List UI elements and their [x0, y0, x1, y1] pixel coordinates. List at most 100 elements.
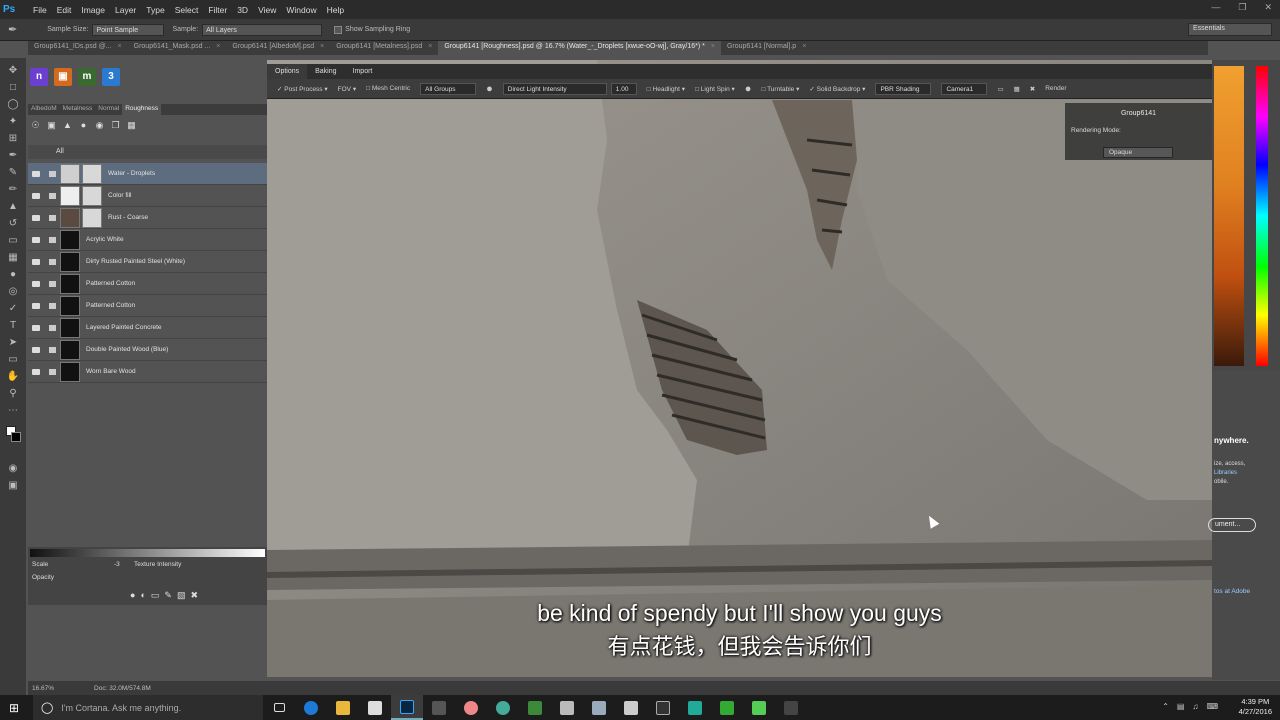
photoshop-taskbar-icon[interactable] — [391, 695, 423, 720]
menu-view[interactable]: View — [258, 5, 276, 15]
layer-row[interactable]: Patterned Cotton — [28, 273, 267, 295]
new-group-icon[interactable]: ▣ — [46, 120, 57, 131]
edge-icon[interactable] — [295, 695, 327, 720]
crop-tool-icon[interactable]: ⊞ — [6, 132, 20, 146]
groups-select[interactable]: All Groups — [420, 82, 477, 95]
tab-albedo[interactable]: AlbedoM — [28, 104, 60, 115]
ndo-icon[interactable]: n — [30, 68, 48, 86]
path-select-icon[interactable]: ➤ — [6, 336, 20, 350]
history-brush-icon[interactable]: ↺ — [6, 217, 20, 231]
move-tool-icon[interactable]: ✥ — [6, 64, 20, 78]
menu-select[interactable]: Select — [175, 5, 199, 15]
epic-icon[interactable] — [647, 695, 679, 720]
visibility-eye-icon[interactable] — [32, 192, 40, 199]
visibility-eye-icon[interactable] — [32, 324, 40, 331]
chevron-up-icon[interactable]: ⌃ — [1162, 702, 1169, 711]
gradient-slider[interactable] — [30, 549, 265, 557]
visibility-eye-icon[interactable] — [32, 170, 40, 177]
add-smart-material-icon[interactable]: ● — [78, 120, 89, 131]
duplicate-icon[interactable]: ❐ — [110, 120, 121, 131]
eyedropper-tool-icon[interactable]: ✒ — [6, 149, 20, 163]
lasso-tool-icon[interactable]: ◯ — [6, 98, 20, 112]
menu-window[interactable]: Window — [286, 5, 316, 15]
tab-baking[interactable]: Baking — [307, 68, 344, 75]
menu-filter[interactable]: Filter — [208, 5, 227, 15]
add-material-icon[interactable]: ▲ — [62, 120, 73, 131]
layer-row[interactable]: Worn Bare Wood — [28, 361, 267, 383]
chrome-icon[interactable] — [487, 695, 519, 720]
menu-layer[interactable]: Layer — [115, 5, 136, 15]
layer-row[interactable]: Dirty Rusted Painted Steel (White) — [28, 251, 267, 273]
file-explorer-icon[interactable] — [327, 695, 359, 720]
photos-icon[interactable] — [615, 695, 647, 720]
create-document-button[interactable]: ument... — [1208, 518, 1256, 532]
adobe-link[interactable]: tos at Adobe — [1214, 588, 1250, 595]
visibility-eye-icon[interactable] — [32, 346, 40, 353]
fov-dropdown[interactable]: FOV ▾ — [338, 85, 356, 93]
layer-row[interactable]: Rust - Coarse — [28, 207, 267, 229]
network-icon[interactable]: ▤ — [1177, 702, 1185, 711]
app-icon-6[interactable] — [679, 695, 711, 720]
environment-sphere-icon[interactable]: ● — [486, 83, 493, 95]
doc-tab-normal[interactable]: Group6141 [Normal].p × — [721, 41, 812, 55]
ddo-icon[interactable]: ▣ — [54, 68, 72, 86]
close-icon[interactable]: ✕ — [1264, 2, 1272, 13]
material-sphere-icon[interactable]: ● — [745, 83, 752, 95]
layer-row[interactable]: Acrylic White — [28, 229, 267, 251]
marquee-tool-icon[interactable]: □ — [6, 81, 20, 95]
quick-select-tool-icon[interactable]: ✦ — [6, 115, 20, 129]
shading-select[interactable]: PBR Shading — [875, 82, 932, 95]
doc-tab-ids[interactable]: Group6141_IDs.psd @... × — [28, 41, 128, 55]
workspace-select[interactable]: Essentials — [1188, 23, 1272, 36]
mesh-centric-checkbox[interactable]: □ Mesh Centric — [366, 85, 410, 92]
brush-tool-icon[interactable]: ✏ — [6, 183, 20, 197]
tab-roughness[interactable]: Roughness — [122, 104, 162, 115]
page-icon[interactable]: ▭ — [151, 590, 160, 601]
menu-help[interactable]: Help — [327, 5, 344, 15]
lock-icon[interactable]: ☉ — [30, 120, 41, 131]
cortana-search-box[interactable]: ◯ I'm Cortana. Ask me anything. — [33, 695, 263, 720]
camera-select[interactable]: Camera1 — [941, 82, 988, 95]
zoom-level[interactable]: 16.67% — [32, 685, 54, 692]
app-icon-5[interactable] — [583, 695, 615, 720]
doc-tab-mask[interactable]: Group6141_Mask.psd ... × — [128, 41, 227, 55]
keyboard-icon[interactable]: ⌨ — [1206, 702, 1218, 711]
app-icon-1[interactable] — [423, 695, 455, 720]
all-filter-row[interactable]: All — [28, 145, 267, 159]
close-icon[interactable]: × — [802, 43, 806, 53]
screen-mode-icon[interactable]: ▣ — [6, 479, 20, 493]
render-button[interactable]: Render — [1045, 85, 1066, 92]
sample-size-select[interactable]: Point Sample — [92, 23, 165, 36]
app-icon-4[interactable] — [551, 695, 583, 720]
folder-icon[interactable]: ▧ — [177, 590, 186, 601]
pen-tool-icon[interactable]: ✓ — [6, 302, 20, 316]
sample-select[interactable]: All Layers — [202, 23, 323, 36]
post-process-checkbox[interactable]: ✓ Post Process ▾ — [277, 85, 328, 93]
visibility-eye-icon[interactable] — [32, 236, 40, 243]
shape-tool-icon[interactable]: ▭ — [6, 353, 20, 367]
close-icon[interactable]: × — [711, 43, 715, 53]
sphere-icon[interactable]: ◐ — [140, 590, 145, 601]
layer-row[interactable]: Patterned Cotton — [28, 295, 267, 317]
windows-start-icon[interactable]: ⊞ — [9, 702, 21, 714]
visibility-eye-icon[interactable] — [32, 368, 40, 375]
gradient-tool-icon[interactable]: ▦ — [6, 251, 20, 265]
more-tools-icon[interactable]: ⋯ — [6, 404, 20, 418]
store-icon[interactable] — [359, 695, 391, 720]
app-icon-8[interactable] — [743, 695, 775, 720]
viewer-page-icon[interactable]: ▭ — [997, 85, 1003, 93]
close-icon[interactable]: × — [216, 43, 220, 53]
brush-icon[interactable]: ✎ — [164, 590, 172, 601]
layer-row[interactable]: Color fill — [28, 185, 267, 207]
menu-3d[interactable]: 3D — [237, 5, 248, 15]
color-picker-field[interactable] — [1214, 66, 1244, 366]
app-icon-2[interactable] — [455, 695, 487, 720]
zoom-tool-icon[interactable]: ⚲ — [6, 387, 20, 401]
doc-tab-roughness[interactable]: Group6141 [Roughness].psd @ 16.7% (Water… — [438, 41, 721, 55]
doc-tab-metalness[interactable]: Group6141 [Metalness].psd × — [330, 41, 438, 55]
viewer-save-icon[interactable]: ▦ — [1014, 85, 1020, 93]
close-icon[interactable]: × — [320, 43, 324, 53]
healing-tool-icon[interactable]: ✎ — [6, 166, 20, 180]
visibility-eye-icon[interactable] — [32, 258, 40, 265]
tab-options[interactable]: Options — [267, 64, 308, 79]
